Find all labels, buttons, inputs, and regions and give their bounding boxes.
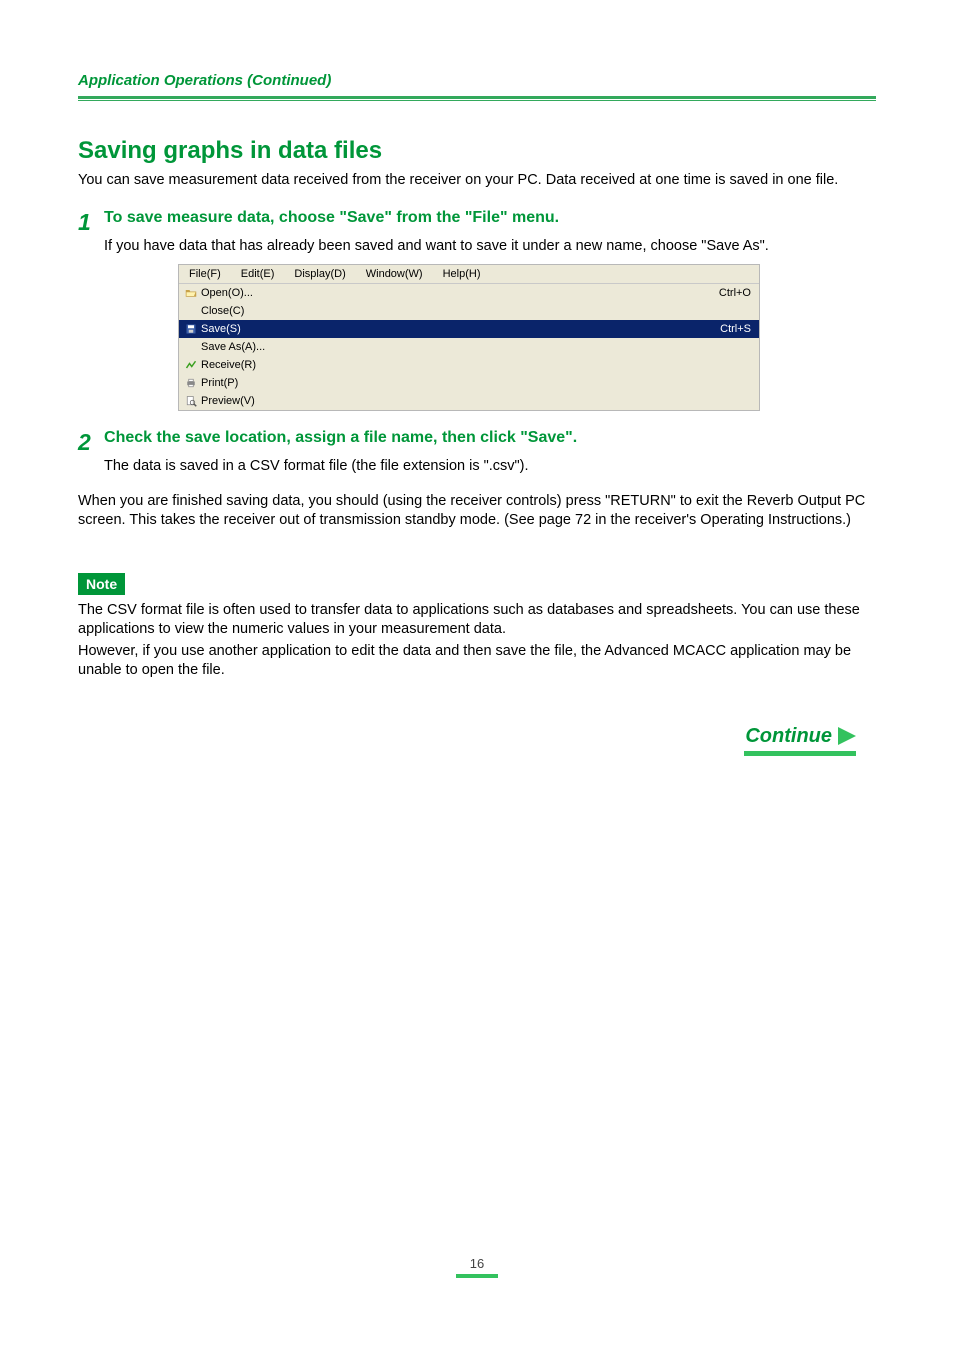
menu-item-label: Save(S) xyxy=(199,323,708,335)
menu-help[interactable]: Help(H) xyxy=(439,267,485,281)
step-2: 2 Check the save location, assign a file… xyxy=(78,429,876,474)
continue-label: Continue xyxy=(745,725,832,748)
page-number: 16 xyxy=(78,1256,876,1278)
step-title: Check the save location, assign a file n… xyxy=(104,429,577,446)
menu-item-close[interactable]: Close(C) xyxy=(179,302,759,320)
page-number-value: 16 xyxy=(470,1256,484,1271)
menu-item-open[interactable]: Open(O)... Ctrl+O xyxy=(179,284,759,302)
step-body: If you have data that has already been s… xyxy=(104,238,876,254)
menu-item-preview[interactable]: Preview(V) xyxy=(179,392,759,410)
print-icon xyxy=(183,377,199,389)
note-text-1: The CSV format file is often used to tra… xyxy=(78,601,876,640)
menu-item-label: Receive(R) xyxy=(199,359,739,371)
preview-icon xyxy=(183,395,199,407)
step-number: 2 xyxy=(78,429,100,456)
section-header: Application Operations (Continued) xyxy=(78,72,876,93)
menu-item-label: Close(C) xyxy=(199,305,739,317)
step-body: The data is saved in a CSV format file (… xyxy=(104,458,876,474)
menubar: File(F) Edit(E) Display(D) Window(W) Hel… xyxy=(179,265,759,284)
continue-indicator: Continue xyxy=(78,725,876,748)
note-text-2: However, if you use another application … xyxy=(78,642,876,681)
menu-screenshot: File(F) Edit(E) Display(D) Window(W) Hel… xyxy=(178,264,760,411)
step-title: To save measure data, choose "Save" from… xyxy=(104,209,559,226)
menu-item-label: Open(O)... xyxy=(199,287,707,299)
file-menu-dropdown: Open(O)... Ctrl+O Close(C) Save(S) Ctrl+… xyxy=(179,284,759,410)
step-number: 1 xyxy=(78,209,100,236)
open-icon xyxy=(183,287,199,299)
menu-file[interactable]: File(F) xyxy=(185,267,225,281)
menu-item-saveas[interactable]: Save As(A)... xyxy=(179,338,759,356)
menu-item-label: Preview(V) xyxy=(199,395,739,407)
divider-thick xyxy=(78,96,876,99)
menu-item-label: Print(P) xyxy=(199,377,739,389)
continue-arrow-icon xyxy=(838,727,856,745)
menu-item-shortcut: Ctrl+O xyxy=(707,287,751,299)
note-badge: Note xyxy=(78,573,125,595)
step-1: 1 To save measure data, choose "Save" fr… xyxy=(78,209,876,254)
menu-item-label: Save As(A)... xyxy=(199,341,739,353)
divider-thin xyxy=(78,100,876,101)
page-number-underline xyxy=(456,1274,498,1278)
page-title: Saving graphs in data files xyxy=(78,137,876,165)
continue-underline xyxy=(744,751,856,756)
menu-item-save[interactable]: Save(S) Ctrl+S xyxy=(179,320,759,338)
menu-edit[interactable]: Edit(E) xyxy=(237,267,279,281)
receive-icon xyxy=(183,359,199,371)
menu-window[interactable]: Window(W) xyxy=(362,267,427,281)
menu-display[interactable]: Display(D) xyxy=(290,267,349,281)
intro-text: You can save measurement data received f… xyxy=(78,171,876,191)
menu-item-print[interactable]: Print(P) xyxy=(179,374,759,392)
after-steps-text: When you are finished saving data, you s… xyxy=(78,492,876,531)
menu-item-receive[interactable]: Receive(R) xyxy=(179,356,759,374)
menu-item-shortcut: Ctrl+S xyxy=(708,323,751,335)
save-icon xyxy=(183,323,199,335)
